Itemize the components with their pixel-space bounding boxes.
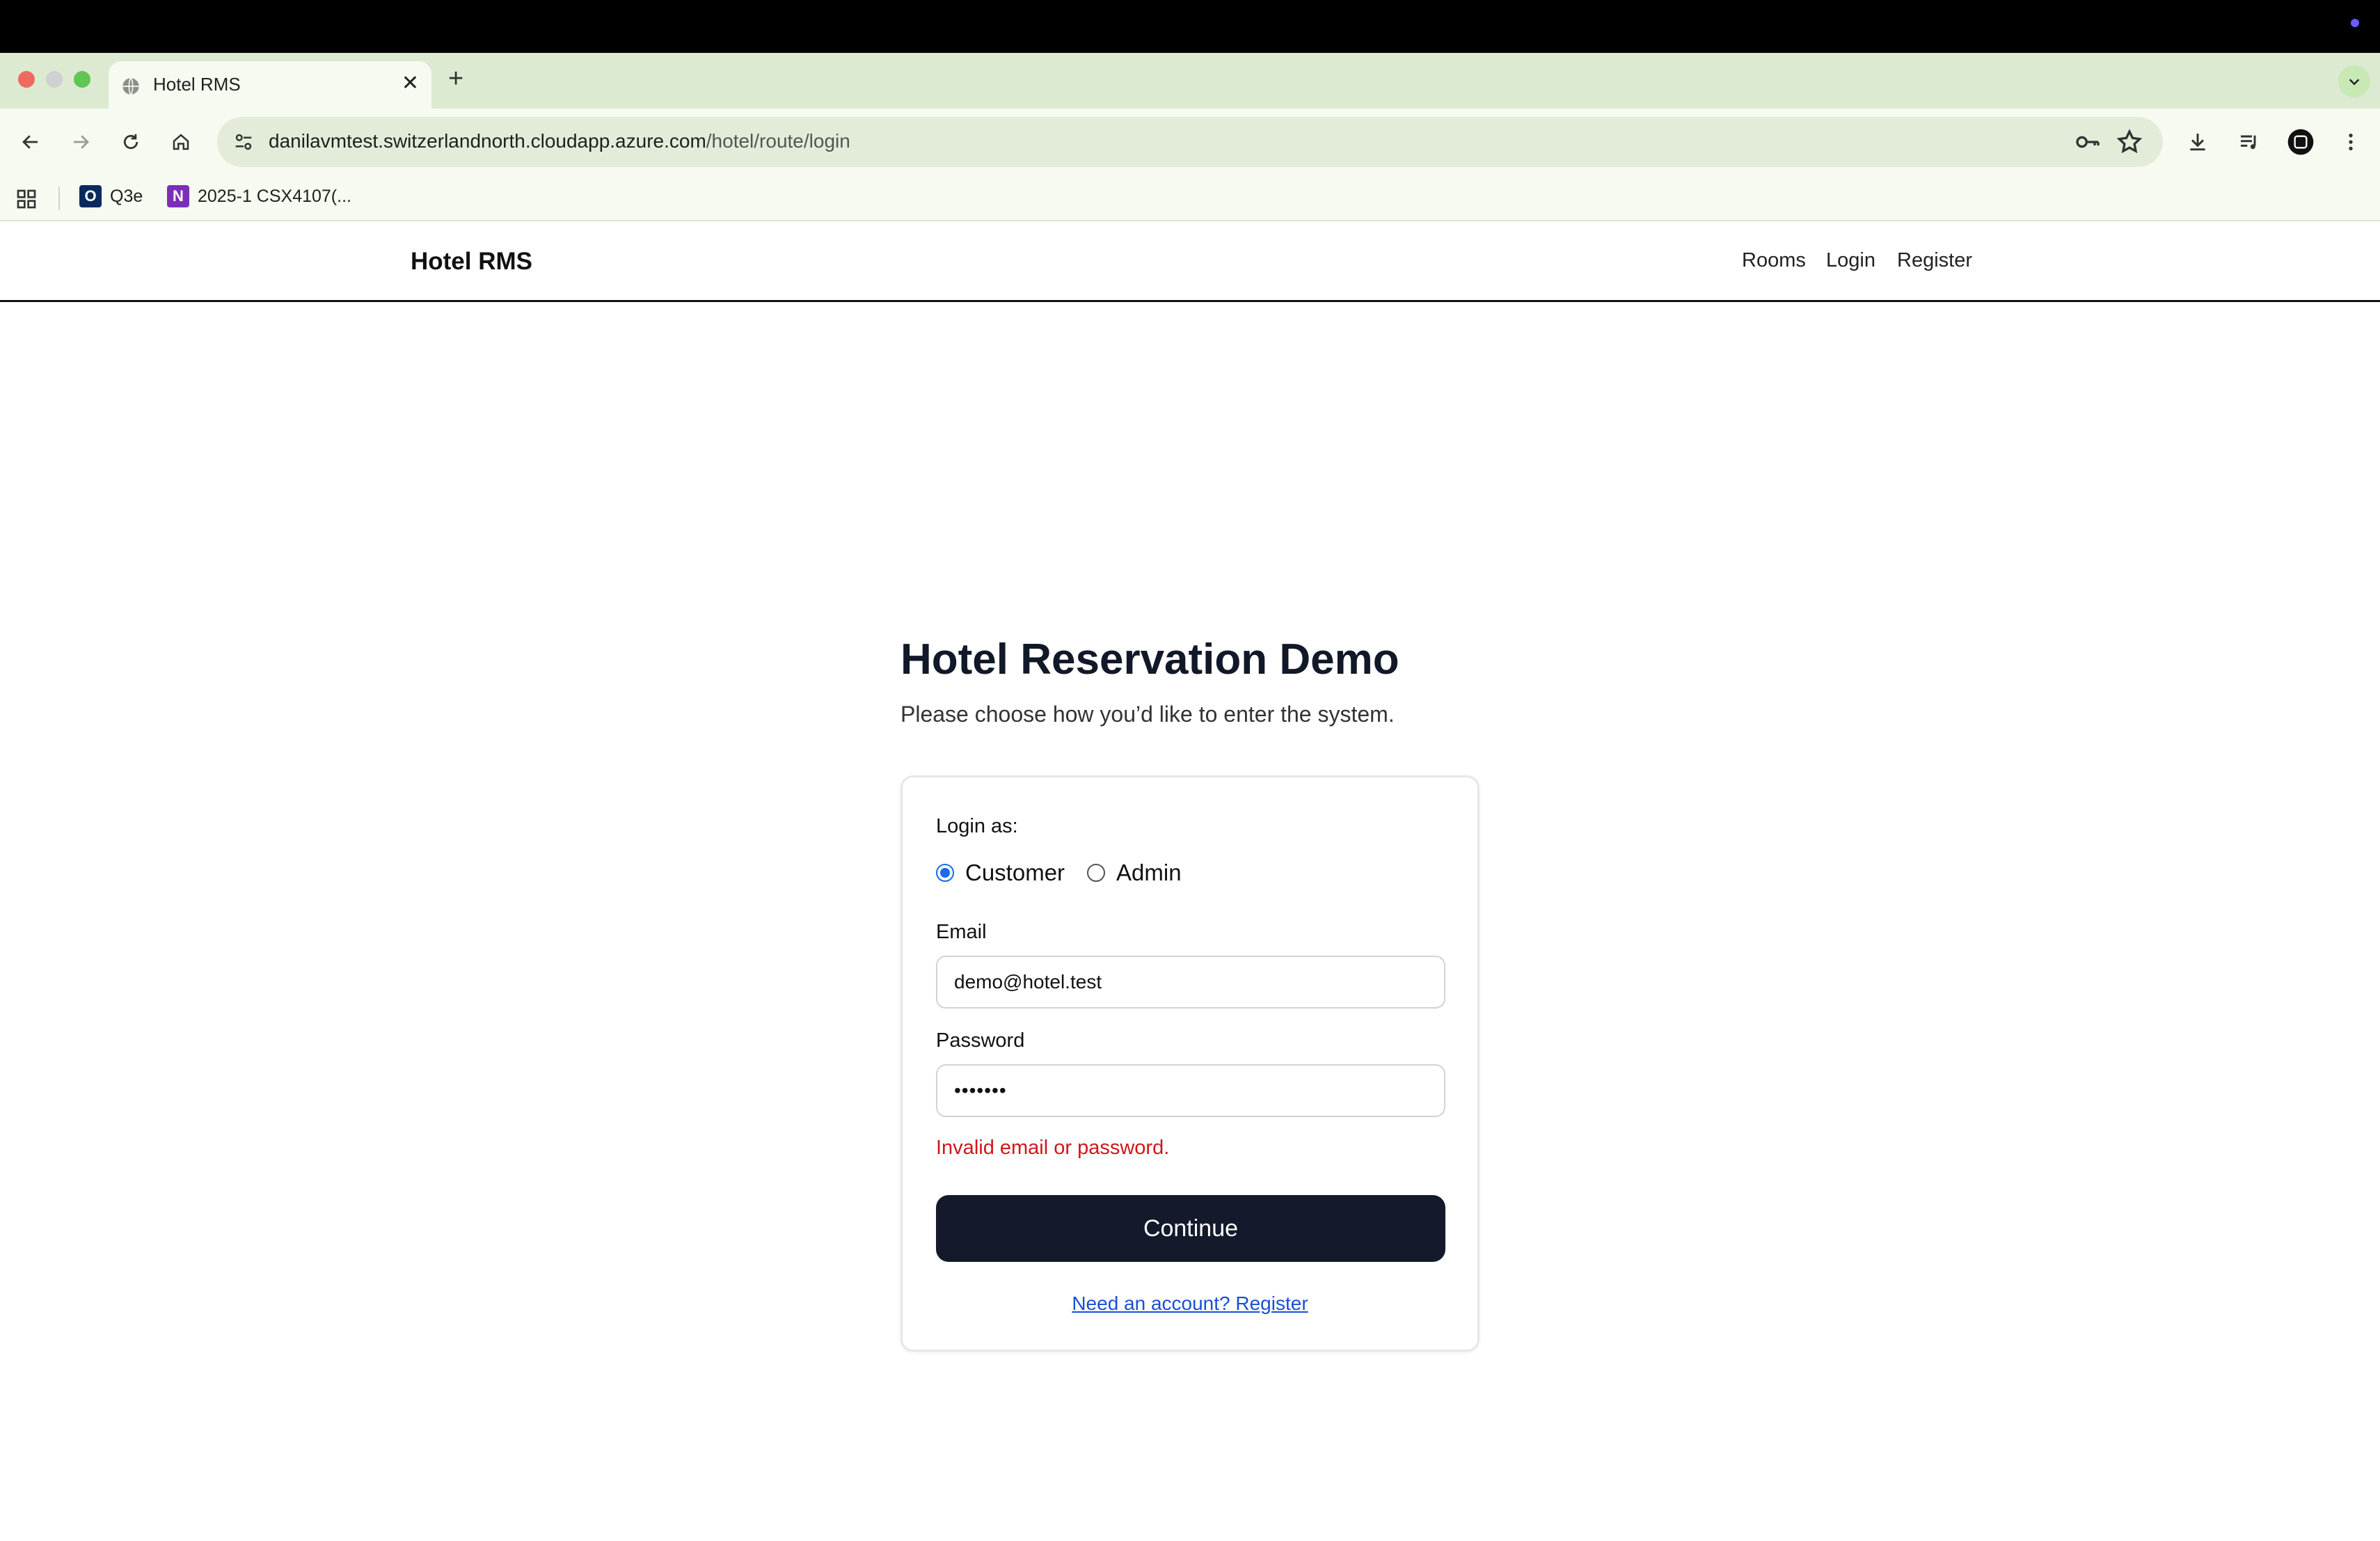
role-admin-radio[interactable] — [1087, 864, 1106, 882]
address-bar[interactable]: danilavmtest.switzerlandnorth.cloudapp.a… — [217, 117, 2163, 167]
nav-link-login[interactable]: Login — [1826, 249, 1875, 272]
role-radio-group: Customer Admin — [936, 860, 1204, 886]
new-tab-button[interactable]: + — [448, 64, 463, 94]
window-close-button[interactable] — [18, 71, 35, 88]
nav-link-register[interactable]: Register — [1897, 249, 1972, 272]
tab-close-icon[interactable]: ✕ — [402, 71, 419, 95]
reload-icon — [123, 134, 138, 150]
url-text[interactable]: danilavmtest.switzerlandnorth.cloudapp.a… — [269, 130, 850, 152]
bookmark-favicon-icon: N — [167, 185, 189, 207]
home-button[interactable] — [167, 128, 195, 156]
downloads-button[interactable] — [2184, 128, 2212, 156]
forward-icon — [74, 135, 89, 149]
password-key-icon[interactable] — [2074, 128, 2102, 156]
apps-grid-icon[interactable] — [15, 188, 38, 210]
menu-icon — [2349, 134, 2353, 150]
continue-button[interactable]: Continue — [936, 1195, 1445, 1262]
back-button[interactable] — [17, 128, 45, 156]
home-icon — [173, 134, 189, 150]
password-label: Password — [936, 1029, 1025, 1052]
nav-link-rooms[interactable]: Rooms — [1742, 249, 1806, 272]
chevron-down-icon — [2349, 79, 2360, 86]
role-customer-label[interactable]: Customer — [965, 860, 1065, 886]
os-menu-bar — [0, 0, 2380, 53]
window-zoom-button[interactable] — [74, 71, 90, 88]
bookmarks-bar: O Q3e N 2025-1 CSX4107(... — [0, 175, 2380, 221]
login-as-label: Login as: — [936, 815, 1018, 837]
page-title: Hotel Reservation Demo — [901, 635, 1399, 683]
bookmark-favicon-icon: O — [79, 185, 102, 207]
site-brand[interactable]: Hotel RMS — [411, 248, 532, 276]
reload-button[interactable] — [117, 128, 145, 156]
browser-tab-active[interactable]: Hotel RMS ✕ — [109, 61, 431, 109]
profile-button[interactable] — [2287, 128, 2315, 156]
globe-icon — [122, 77, 139, 95]
profile-avatar-icon — [2287, 129, 2314, 155]
window-minimize-button[interactable] — [46, 71, 63, 88]
media-control-icon — [2241, 135, 2256, 150]
email-field[interactable]: demo@hotel.test — [936, 956, 1445, 1009]
login-error-message: Invalid email or password. — [936, 1137, 1170, 1159]
status-indicator-dot — [2351, 19, 2359, 27]
page-subtitle: Please choose how you’d like to enter th… — [901, 702, 1395, 727]
email-label: Email — [936, 921, 987, 943]
bookmark-star-icon[interactable] — [2116, 128, 2143, 156]
back-icon — [22, 135, 38, 149]
bookmarks-separator — [58, 187, 60, 210]
tab-title: Hotel RMS — [153, 74, 241, 95]
site-info-button[interactable] — [230, 128, 257, 156]
bookmark-course[interactable]: N 2025-1 CSX4107(... — [167, 185, 351, 207]
role-customer-radio[interactable] — [936, 864, 954, 882]
url-host: danilavmtest.switzerlandnorth.cloudapp.a… — [269, 130, 706, 152]
forward-button[interactable] — [67, 128, 95, 156]
url-path: /hotel/route/login — [706, 130, 850, 152]
password-field[interactable]: ••••••• — [936, 1064, 1445, 1117]
media-control-button[interactable] — [2235, 128, 2263, 156]
role-admin-label[interactable]: Admin — [1116, 860, 1182, 886]
site-info-icon — [235, 134, 252, 150]
download-icon — [2190, 134, 2205, 151]
bookmark-label: Q3e — [110, 186, 143, 206]
bookmark-q3e[interactable]: O Q3e — [79, 185, 143, 207]
bookmark-label: 2025-1 CSX4107(... — [198, 186, 351, 206]
tab-search-button[interactable] — [2338, 65, 2370, 97]
register-link[interactable]: Need an account? Register — [903, 1293, 1477, 1315]
login-card: Login as: Customer Admin Email demo@hote… — [901, 775, 1479, 1352]
site-navbar: Hotel RMS Rooms Login Register — [0, 221, 2380, 302]
browser-menu-button[interactable] — [2337, 128, 2365, 156]
